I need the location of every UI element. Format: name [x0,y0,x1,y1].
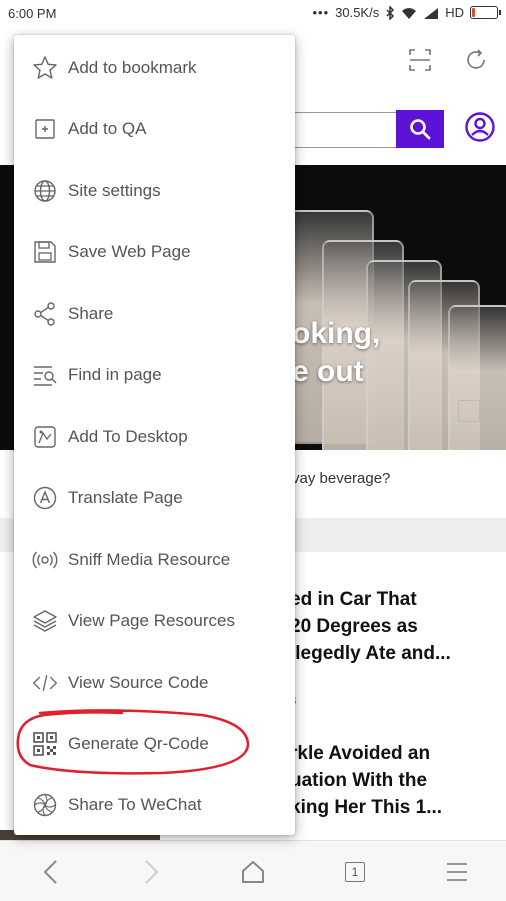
back-button[interactable] [36,857,66,887]
menu-item-label: Site settings [68,180,161,200]
back-icon [43,860,57,884]
desktop-add-icon [32,424,58,450]
menu-item-label: Add To Desktop [68,426,188,446]
find-icon [32,362,58,388]
translate-icon [32,485,58,511]
wechat-icon [32,792,58,818]
menu-item-view-source-code[interactable]: View Source Code [14,652,295,713]
menu-item-generate-qr-code[interactable]: Generate Qr-Code [14,713,295,774]
menu-item-share[interactable]: Share [14,283,295,344]
sniff-icon [32,547,58,573]
status-time: 6:00 PM [8,6,57,21]
menu-item-label: Generate Qr-Code [68,733,209,753]
forward-button[interactable] [136,857,166,887]
star-icon [32,55,58,81]
dots-icon: ••• [312,5,330,20]
network-type: HD [445,5,464,20]
bottom-navigation: 1 [0,840,506,901]
menu-item-label: Sniff Media Resource [68,549,231,569]
menu-item-label: View Source Code [68,672,209,692]
menu-item-add-to-qa[interactable]: Add to QA [14,98,295,159]
tabs-icon: 1 [345,862,365,882]
profile-icon[interactable] [464,111,496,143]
menu-item-sniff-media-resource[interactable]: Sniff Media Resource [14,529,295,590]
globe-icon [32,178,58,204]
search-icon [410,119,431,140]
menu-item-save-web-page[interactable]: Save Web Page [14,221,295,282]
code-icon [32,670,58,696]
menu-item-translate-page[interactable]: Translate Page [14,467,295,528]
bluetooth-icon [386,5,395,20]
hero-title: oking, e out [292,317,381,388]
article-title[interactable]: rkle Avoided an uation With the king Her… [290,740,442,821]
share-icon [32,301,58,327]
menu-item-label: Add to bookmark [68,57,197,77]
status-icons: ••• 30.5K/s HD [312,5,501,20]
menu-item-share-to-wechat[interactable]: Share To WeChat [14,774,295,835]
menu-item-label: Translate Page [68,487,183,507]
home-icon [242,861,264,883]
status-bar: 6:00 PM ••• 30.5K/s HD [0,0,506,30]
menu-button[interactable] [442,857,472,887]
menu-item-label: Save Web Page [68,241,191,261]
menu-item-label: Share To WeChat [68,794,202,814]
menu-item-add-to-desktop[interactable]: Add To Desktop [14,406,295,467]
menu-icon [447,863,467,881]
article-title[interactable]: ed in Car That 20 Degrees as llegedly At… [290,586,451,667]
home-button[interactable] [238,857,268,887]
scan-icon[interactable] [408,48,432,72]
tabs-button[interactable]: 1 [340,857,370,887]
menu-item-label: Share [68,303,114,323]
menu-item-find-in-page[interactable]: Find in page [14,344,295,405]
add-box-icon [32,116,58,142]
menu-item-label: Add to QA [68,118,147,138]
qr-code-icon [32,731,58,757]
refresh-icon[interactable] [464,48,488,72]
search-button[interactable] [396,110,444,148]
site-search-input[interactable] [290,112,396,148]
layers-icon [32,608,58,634]
battery-icon [470,6,501,19]
menu-item-label: Find in page [68,364,162,384]
menu-item-site-settings[interactable]: Site settings [14,160,295,221]
browser-popup-menu: Add to bookmark Add to QA Site settings … [14,35,295,835]
forward-icon [145,860,159,884]
menu-item-add-to-bookmark[interactable]: Add to bookmark [14,37,295,98]
menu-item-label: View Page Resources [68,610,235,630]
menu-item-view-page-resources[interactable]: View Page Resources [14,590,295,651]
signal-icon [424,7,439,19]
save-icon [32,239,58,265]
hero-next-icon[interactable] [458,400,480,422]
hero-caption: vay beverage? [292,470,391,487]
wifi-icon [402,7,417,19]
network-speed: 30.5K/s [335,5,380,20]
